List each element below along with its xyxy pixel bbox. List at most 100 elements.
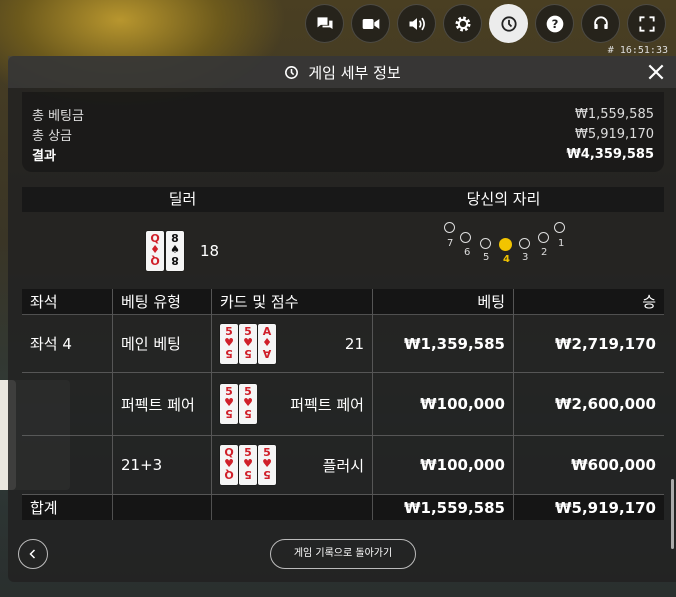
seat-dot [519,238,530,249]
bets-table: 좌석 베팅 유형 카드 및 점수 베팅 승 좌석 4 메인 베팅 5 ♥ 5 5 ♥ 5… [22,289,664,520]
hand-result: 퍼펙트 페어 [290,395,364,414]
playing-card: 8 ♠ 8 [166,231,184,271]
header-cards-score: 카드 및 점수 [211,289,373,315]
seat-dot [460,232,471,243]
seat-number: 7 [447,238,454,249]
seat-dot [444,222,455,233]
bet-amount: ₩1,359,585 [372,314,514,373]
help-button[interactable]: ? [535,4,574,43]
summary-row-total-win: 총 상금 ₩5,919,170 [22,124,664,144]
panel-header: 게임 세부 정보 [8,56,676,88]
playing-card: A ♦ A [258,323,276,364]
total-bet-value: ₩1,559,585 [574,106,654,122]
svg-text:?: ? [551,17,558,31]
summary-row-result: 결과 ₩4,359,585 [22,144,664,164]
summary-row-total-bet: 총 베팅금 ₩1,559,585 [22,104,664,124]
seat-dot [554,222,565,233]
header-bet: 베팅 [372,289,514,315]
chat-button[interactable] [305,4,344,43]
table-total-row: 합계 ₩1,559,585 ₩5,919,170 [22,494,664,520]
gear-icon [455,16,470,31]
seat-map: 7 6 5 4 3 2 1 [444,220,594,280]
seat-dot [480,238,491,249]
table-row: 21+3 Q ♥ Q 5 ♥ 5 5 ♥ 5 플러시 ₩100,000 ₩600,000 [22,435,664,495]
playing-card: 5 ♥ 5 [220,384,238,424]
total-win-label: 총 상금 [32,128,73,144]
bet-summary: 총 베팅금 ₩1,559,585 총 상금 ₩5,919,170 결과 ₩4,3… [22,92,664,172]
game-details-panel: 게임 세부 정보 총 베팅금 ₩1,559,585 총 상금 ₩5,919,17… [8,56,676,582]
win-amount: ₩2,600,000 [513,372,664,436]
playing-card: Q ♦ Q [146,231,164,271]
hand-score: 21 [344,334,364,353]
header-seat: 좌석 [22,289,113,315]
playing-card: 5 ♥ 5 [239,445,257,485]
total-win-amount: ₩5,919,170 [513,494,664,520]
bet-amount: ₩100,000 [372,435,514,495]
fullscreen-button[interactable] [627,4,666,43]
result-value: ₩4,359,585 [566,146,654,162]
dealer-label: 딜러 [168,190,197,208]
round-clock: # 16:51:33 [607,45,668,56]
playing-card: Q ♥ Q [220,445,238,485]
win-amount: ₩2,719,170 [513,314,664,373]
hand-result: 플러시 [322,456,364,475]
settings-button[interactable] [443,4,482,43]
help-icon: ? [546,15,563,32]
toolbar: ? [305,4,666,43]
hand-cards: Q ♥ Q 5 ♥ 5 5 ♥ 5 [220,445,276,485]
your-seat-label: 당신의 자리 [466,190,541,208]
seat-cell [22,435,113,495]
position-header: 딜러 당신의 자리 [22,187,664,212]
volume-icon [409,17,425,30]
history-icon [500,15,517,32]
video-icon [362,18,379,29]
seat-number-selected: 4 [503,254,510,265]
back-button[interactable] [18,539,48,569]
bet-type-cell: 퍼펙트 페어 [112,372,212,436]
header-bet-type: 베팅 유형 [112,289,212,315]
bet-type-cell: 21+3 [112,435,212,495]
fullscreen-icon [638,15,655,32]
seat-number: 1 [558,238,565,249]
playing-card: 5 ♥ 5 [258,445,276,485]
cards-cell: Q ♥ Q 5 ♥ 5 5 ♥ 5 플러시 [211,435,373,495]
total-bet-label: 총 베팅금 [32,108,84,124]
seat-number: 6 [464,247,471,258]
back-to-history-button[interactable]: 게임 기록으로 돌아가기 [270,539,416,569]
dealer-hand: Q ♦ Q 8 ♠ 8 [146,231,184,271]
hand-cards: 5 ♥ 5 5 ♥ 5 [220,384,257,424]
seat-cell: 좌석 4 [22,314,113,373]
table-row: 퍼펙트 페어 5 ♥ 5 5 ♥ 5 퍼펙트 페어 ₩100,000 ₩2,600,00… [22,372,664,436]
seat-cell [22,372,113,436]
bet-type-cell: 메인 베팅 [112,314,212,373]
history-button[interactable] [489,4,528,43]
total-label: 합계 [22,494,113,520]
volume-button[interactable] [397,4,436,43]
playing-card: 5 ♥ 5 [220,323,238,364]
win-amount: ₩600,000 [513,435,664,495]
cards-cell: 5 ♥ 5 5 ♥ 5 A ♦ A 21 [211,314,373,373]
chat-icon [317,16,332,29]
playing-card: 5 ♥ 5 [239,384,257,424]
seat-dot-selected [499,238,512,251]
seat-dot [538,232,549,243]
support-icon [593,15,608,29]
seat-number: 5 [483,252,490,263]
bet-amount: ₩100,000 [372,372,514,436]
header-win: 승 [513,289,664,315]
video-button[interactable] [351,4,390,43]
seat-number: 2 [541,247,548,258]
result-label: 결과 [32,148,56,164]
cards-cell: 5 ♥ 5 5 ♥ 5 퍼펙트 페어 [211,372,373,436]
seat-number: 3 [522,252,529,263]
total-win-value: ₩5,919,170 [574,126,654,142]
scrollbar[interactable] [671,479,674,549]
hand-cards: 5 ♥ 5 5 ♥ 5 A ♦ A [220,323,276,364]
table-header-row: 좌석 베팅 유형 카드 및 점수 베팅 승 [22,289,664,315]
playing-card: 5 ♥ 5 [239,323,257,364]
support-button[interactable] [581,4,620,43]
chevron-left-icon [29,549,36,559]
panel-title: 게임 세부 정보 [308,63,401,82]
close-icon[interactable] [646,62,666,82]
dealer-score: 18 [200,242,220,260]
